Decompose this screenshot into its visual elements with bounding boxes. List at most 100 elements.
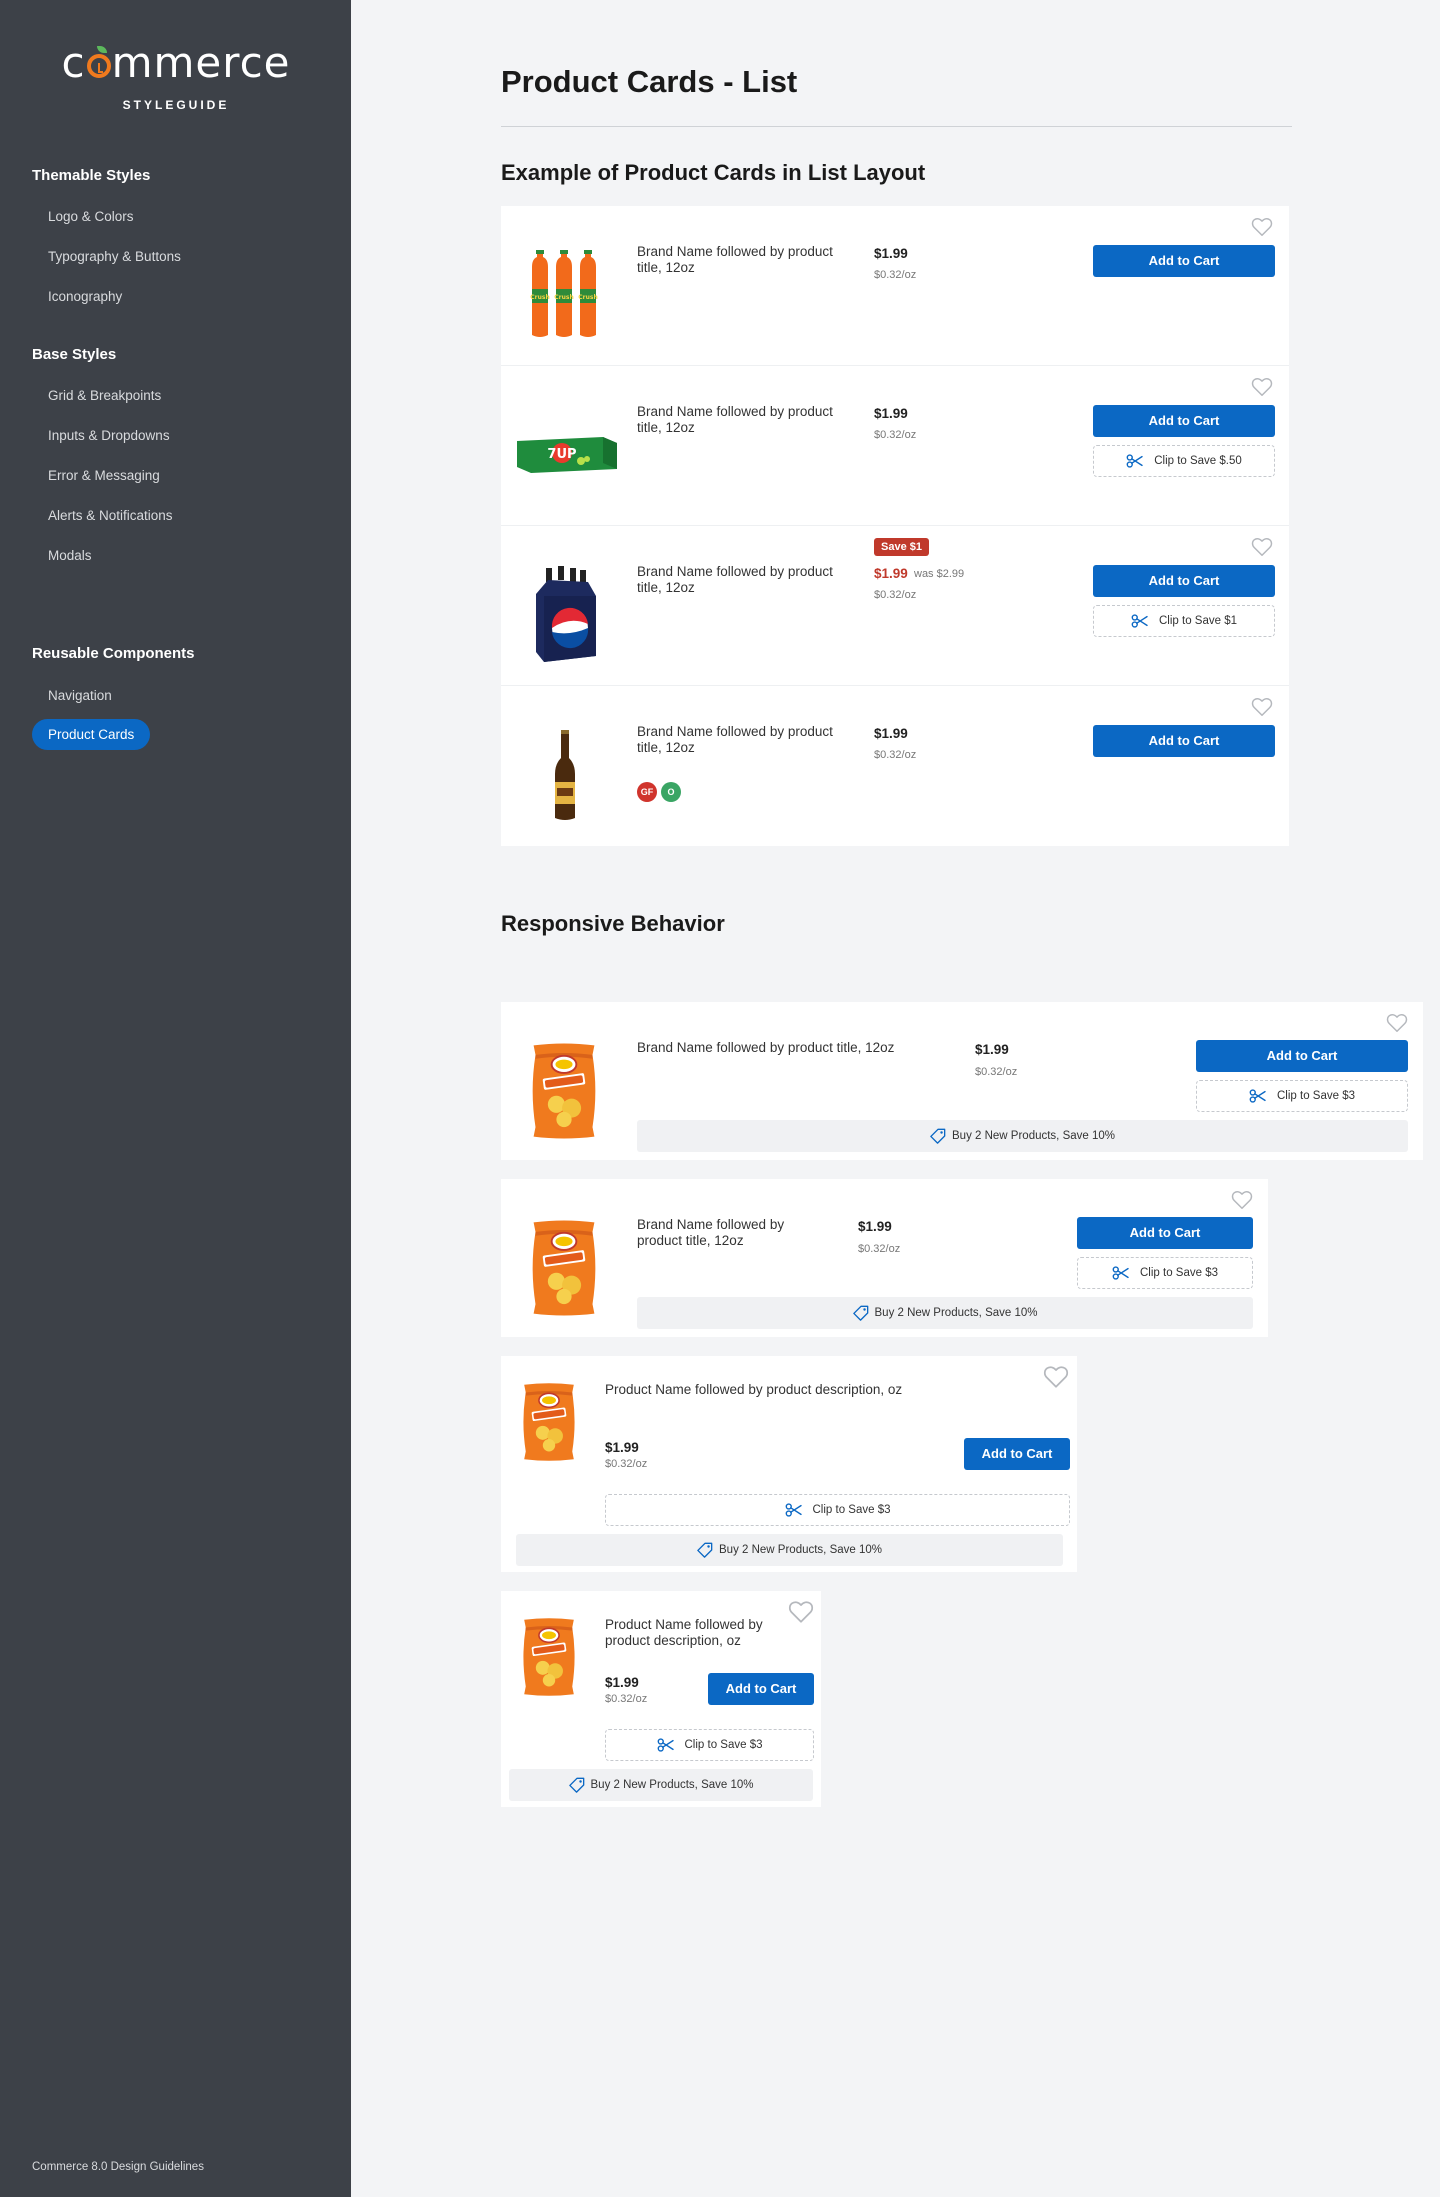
sidebar-item-navigation[interactable]: Navigation xyxy=(48,688,112,703)
product-title[interactable]: Product Name followed by product descrip… xyxy=(605,1617,775,1649)
product-card-medium[interactable]: Brand Name followed by product title, 12… xyxy=(501,1179,1268,1337)
unit-price: $0.32/oz xyxy=(874,589,917,601)
clip-coupon-button[interactable]: Clip to Save $3 xyxy=(605,1494,1070,1526)
product-image-chips[interactable] xyxy=(526,1040,602,1142)
clip-label: Clip to Save $.50 xyxy=(1154,455,1242,467)
sidebar-item-iconography[interactable]: Iconography xyxy=(48,289,122,304)
product-image-chips[interactable] xyxy=(518,1380,580,1464)
tag-icon xyxy=(569,1777,585,1793)
product-card[interactable]: 7UP Brand Name followed by product title… xyxy=(501,366,1289,526)
promo-offer-bar[interactable]: Buy 2 New Products, Save 10% xyxy=(637,1297,1253,1329)
product-image-orange-soda[interactable]: Crush Crush Crush xyxy=(528,249,606,339)
svg-text:7UP: 7UP xyxy=(547,447,576,462)
product-title[interactable]: Brand Name followed by product title, 12… xyxy=(637,1217,807,1249)
scissors-icon xyxy=(1249,1089,1267,1103)
sidebar-item-typography-buttons[interactable]: Typography & Buttons xyxy=(48,249,181,264)
product-price: $1.99 xyxy=(975,1042,1009,1057)
product-title[interactable]: Brand Name followed by product title, 12… xyxy=(637,1040,957,1056)
brand-logo[interactable]: c mmerce STYLEGUIDE xyxy=(58,38,294,113)
clip-coupon-button[interactable]: Clip to Save $1 xyxy=(1093,605,1275,637)
logo-wordmark: c mmerce xyxy=(61,38,291,87)
add-to-cart-button[interactable]: Add to Cart xyxy=(1093,245,1275,277)
sidebar-item-alerts-notifications[interactable]: Alerts & Notifications xyxy=(48,508,173,523)
heart-icon[interactable] xyxy=(1251,376,1273,398)
heart-icon[interactable] xyxy=(788,1599,814,1625)
promo-offer-bar[interactable]: Buy 2 New Products, Save 10% xyxy=(637,1120,1408,1152)
add-to-cart-button[interactable]: Add to Cart xyxy=(1093,405,1275,437)
promo-label: Buy 2 New Products, Save 10% xyxy=(952,1130,1115,1142)
product-image-7up-pack[interactable]: 7UP xyxy=(517,433,617,473)
tag-icon xyxy=(697,1542,713,1558)
was-price: was $2.99 xyxy=(914,568,965,580)
title-divider xyxy=(501,126,1292,127)
product-title[interactable]: Brand Name followed by product title, 12… xyxy=(637,244,847,276)
unit-price: $0.32/oz xyxy=(605,1693,648,1705)
product-price: $1.99 xyxy=(874,406,908,421)
heart-icon[interactable] xyxy=(1251,696,1273,718)
tag-icon xyxy=(853,1305,869,1321)
heart-icon[interactable] xyxy=(1231,1189,1253,1211)
unit-price: $0.32/oz xyxy=(975,1066,1018,1078)
product-card-wide[interactable]: Brand Name followed by product title, 12… xyxy=(501,1002,1423,1160)
clip-coupon-button[interactable]: Clip to Save $3 xyxy=(1077,1257,1253,1289)
sidebar: c mmerce STYLEGUIDE Themable Styles Logo … xyxy=(0,0,351,2197)
gluten-free-badge: GF xyxy=(637,782,657,802)
clip-coupon-button[interactable]: Clip to Save $.50 xyxy=(1093,445,1275,477)
product-price: $1.99 xyxy=(605,1440,639,1455)
clip-label: Clip to Save $3 xyxy=(1140,1267,1218,1279)
product-card-small[interactable]: Product Name followed by product descrip… xyxy=(501,1356,1077,1572)
add-to-cart-button[interactable]: Add to Cart xyxy=(1093,565,1275,597)
product-title[interactable]: Product Name followed by product descrip… xyxy=(605,1382,985,1398)
product-card-xsmall[interactable]: Product Name followed by product descrip… xyxy=(501,1591,821,1807)
product-list: Crush Crush Crush Brand Name followed by… xyxy=(501,206,1289,846)
heart-icon[interactable] xyxy=(1251,216,1273,238)
promo-offer-bar[interactable]: Buy 2 New Products, Save 10% xyxy=(509,1769,813,1801)
page-title: Product Cards - List xyxy=(501,64,798,99)
product-image-chips[interactable] xyxy=(526,1217,602,1319)
logo-subtitle: STYLEGUIDE xyxy=(122,98,230,112)
promo-label: Buy 2 New Products, Save 10% xyxy=(719,1544,882,1556)
sidebar-footer: Commerce 8.0 Design Guidelines xyxy=(32,2161,204,2173)
product-image-pepsi-4pack[interactable] xyxy=(532,566,598,664)
add-to-cart-button[interactable]: Add to Cart xyxy=(1077,1217,1253,1249)
promo-offer-bar[interactable]: Buy 2 New Products, Save 10% xyxy=(516,1534,1063,1566)
scissors-icon xyxy=(785,1503,803,1517)
sidebar-item-error-messaging[interactable]: Error & Messaging xyxy=(48,468,160,483)
heart-icon[interactable] xyxy=(1251,536,1273,558)
heart-icon[interactable] xyxy=(1043,1364,1069,1390)
product-card[interactable]: Brand Name followed by product title, 12… xyxy=(501,526,1289,686)
sidebar-item-logo-colors[interactable]: Logo & Colors xyxy=(48,209,134,224)
product-image-beer-bottle[interactable] xyxy=(553,730,577,822)
product-title[interactable]: Brand Name followed by product title, 12… xyxy=(637,724,847,756)
add-to-cart-button[interactable]: Add to Cart xyxy=(964,1438,1070,1470)
sidebar-item-modals[interactable]: Modals xyxy=(48,548,92,563)
scissors-icon xyxy=(657,1738,675,1752)
orange-o-icon xyxy=(86,46,111,78)
product-price: $1.99 xyxy=(874,726,908,741)
scissors-icon xyxy=(1126,454,1144,468)
product-title[interactable]: Brand Name followed by product title, 12… xyxy=(637,564,847,596)
add-to-cart-button[interactable]: Add to Cart xyxy=(1196,1040,1408,1072)
unit-price: $0.32/oz xyxy=(874,269,917,281)
clip-label: Clip to Save $3 xyxy=(684,1739,763,1751)
add-to-cart-button[interactable]: Add to Cart xyxy=(708,1673,814,1705)
sidebar-item-inputs-dropdowns[interactable]: Inputs & Dropdowns xyxy=(48,428,170,443)
sale-badge: Save $1 xyxy=(874,538,929,556)
clip-coupon-button[interactable]: Clip to Save $3 xyxy=(605,1729,814,1761)
product-card[interactable]: Brand Name followed by product title, 12… xyxy=(501,686,1289,846)
sidebar-item-grid-breakpoints[interactable]: Grid & Breakpoints xyxy=(48,388,161,403)
clip-label: Clip to Save $3 xyxy=(1277,1090,1355,1102)
sidebar-item-product-cards[interactable]: Product Cards xyxy=(32,719,151,750)
product-price: $1.99 xyxy=(858,1219,892,1234)
product-card[interactable]: Crush Crush Crush Brand Name followed by… xyxy=(501,206,1289,366)
nav-section-themable: Themable Styles xyxy=(32,167,151,184)
add-to-cart-button[interactable]: Add to Cart xyxy=(1093,725,1275,757)
heart-icon[interactable] xyxy=(1386,1012,1408,1034)
product-image-chips[interactable] xyxy=(518,1615,580,1699)
nav-section-base: Base Styles xyxy=(32,346,117,363)
product-price: $1.99 xyxy=(605,1675,639,1690)
svg-text:Crush: Crush xyxy=(578,294,597,301)
clip-coupon-button[interactable]: Clip to Save $3 xyxy=(1196,1080,1408,1112)
clip-label: Clip to Save $3 xyxy=(812,1504,891,1516)
product-title[interactable]: Brand Name followed by product title, 12… xyxy=(637,404,847,436)
